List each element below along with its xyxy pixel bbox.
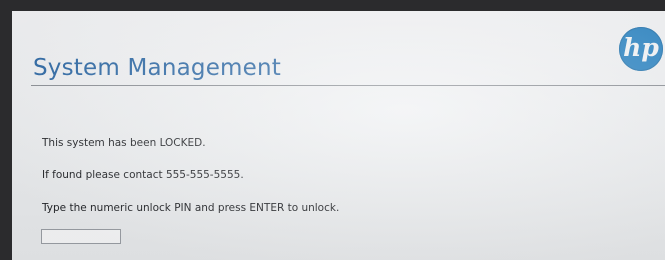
unlock-prompt: Type the numeric unlock PIN and press EN… [42,202,340,214]
page-title: System Management [33,55,281,81]
hp-logo-icon: hp [619,27,663,71]
monitor-bezel: System Management hp This system has bee… [0,0,665,260]
contact-message: If found please contact 555-555-5555. [42,169,244,181]
bios-screen: System Management hp This system has bee… [12,11,665,260]
title-divider [31,85,665,86]
locked-message: This system has been LOCKED. [42,137,206,149]
unlock-pin-input[interactable] [41,229,121,244]
